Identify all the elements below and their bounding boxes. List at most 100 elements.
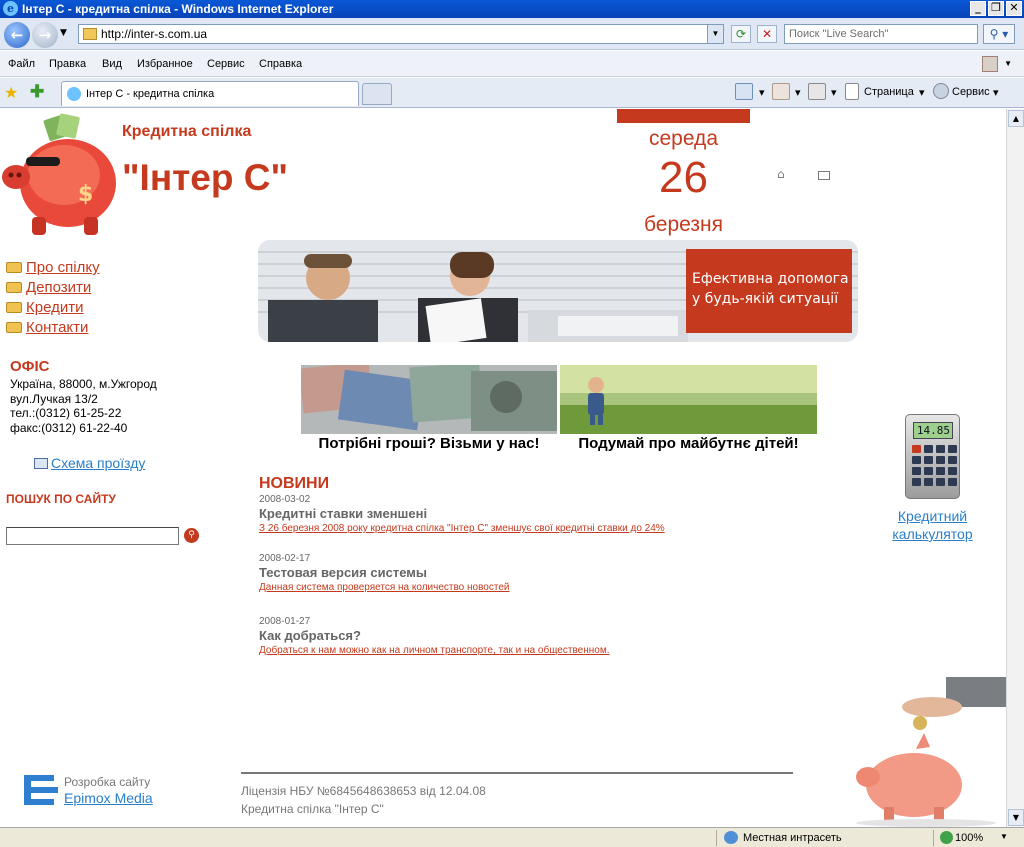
office-title: ОФІС bbox=[10, 358, 50, 375]
tools-gear-icon[interactable] bbox=[933, 83, 949, 99]
news-date: 2008-03-02 bbox=[259, 494, 311, 505]
tools-menu-dropdown-icon[interactable]: ▾ bbox=[993, 86, 999, 99]
feeds-icon[interactable] bbox=[772, 83, 790, 100]
calc-link-line-1: Кредитний bbox=[897, 508, 968, 524]
home-icon[interactable]: ⌂ bbox=[777, 167, 791, 181]
news-link[interactable]: З 26 березня 2008 року кредитна спілка "… bbox=[259, 523, 819, 534]
research-dropdown-icon[interactable]: ▼ bbox=[1004, 59, 1012, 68]
intranet-zone-icon bbox=[724, 831, 738, 844]
restore-button[interactable]: ❐ bbox=[988, 1, 1004, 16]
nav-item-contacts[interactable]: Контакти bbox=[6, 319, 100, 339]
news-date: 2008-02-17 bbox=[259, 553, 311, 564]
history-dropdown-icon[interactable]: ▼ bbox=[60, 28, 67, 38]
developer-link[interactable]: Epimox Media bbox=[64, 790, 153, 806]
page-menu-icon[interactable] bbox=[845, 83, 859, 100]
promo-children-image[interactable] bbox=[560, 365, 817, 434]
menu-file[interactable]: Файл bbox=[8, 58, 35, 70]
news-headline: Как добраться? bbox=[259, 628, 361, 643]
menu-bar: Файл Правка Вид Избранное Сервис Справка… bbox=[0, 51, 1024, 77]
map-link[interactable]: Схема проїзду bbox=[34, 455, 145, 471]
nav-item-deposits[interactable]: Депозити bbox=[6, 279, 100, 299]
mail-icon[interactable] bbox=[818, 171, 830, 180]
close-button[interactable]: ✕ bbox=[1006, 1, 1022, 16]
scroll-down-arrow-icon[interactable]: ▼ bbox=[1008, 809, 1024, 826]
window-titlebar: e Інтер С - кредитна спілка - Windows In… bbox=[0, 0, 1024, 18]
news-link[interactable]: Данная система проверяется на количество… bbox=[259, 582, 819, 593]
tab-inter-s[interactable]: Інтер С - кредитна спілка bbox=[61, 81, 359, 106]
date-weekday: середа bbox=[648, 127, 718, 150]
site-search-icon[interactable]: ⚲ bbox=[184, 528, 199, 543]
map-link-label: Схема проїзду bbox=[51, 455, 146, 471]
menu-edit[interactable]: Правка bbox=[49, 58, 86, 70]
brand-subtitle: Кредитна спілка bbox=[122, 123, 252, 140]
tab-favicon-icon bbox=[67, 87, 81, 101]
office-line: тел.:(0312) 61-25-22 bbox=[10, 406, 122, 420]
calculator-display: 14.85 bbox=[913, 422, 953, 439]
news-headline: Тестовая версия системы bbox=[259, 565, 427, 580]
office-line: факс:(0312) 61-22-40 bbox=[10, 420, 128, 435]
stop-button[interactable]: ✕ bbox=[757, 25, 777, 43]
map-window-icon bbox=[34, 458, 48, 469]
print-dropdown-icon[interactable]: ▾ bbox=[831, 86, 837, 99]
status-separator bbox=[716, 830, 717, 846]
page-menu-dropdown-icon[interactable]: ▾ bbox=[919, 86, 925, 99]
news-date: 2008-01-27 bbox=[259, 616, 311, 627]
credit-calculator-link[interactable]: Кредитний калькулятор bbox=[880, 507, 985, 543]
print-icon[interactable] bbox=[808, 83, 826, 100]
back-button[interactable]: ← bbox=[4, 22, 30, 48]
menu-tools[interactable]: Сервис bbox=[207, 58, 245, 70]
nav-item-credits[interactable]: Кредити bbox=[6, 299, 100, 319]
menu-help[interactable]: Справка bbox=[259, 58, 302, 70]
brand-name: "Інтер С" bbox=[122, 157, 289, 198]
news-item: 2008-01-27 Как добраться? Добраться к на… bbox=[259, 616, 819, 656]
hero-text-line-2: у будь-якій ситуації bbox=[692, 291, 839, 307]
zoom-level[interactable]: 100% bbox=[955, 832, 983, 844]
footer-license: Ліцензія НБУ №6845648638653 від 12.04.08… bbox=[241, 782, 486, 818]
hero-text-line-1: Ефективна допомога bbox=[692, 271, 849, 287]
scroll-up-arrow-icon[interactable]: ▲ bbox=[1008, 110, 1024, 127]
footer-company: Кредитна спілка "Інтер С" bbox=[241, 802, 384, 816]
window-controls: _ ❐ ✕ bbox=[970, 1, 1022, 16]
nav-item-about[interactable]: Про спілку bbox=[6, 259, 100, 279]
date-day: 26 bbox=[659, 153, 708, 202]
add-favorite-icon[interactable]: ✚ bbox=[30, 82, 44, 102]
tools-menu-button[interactable]: Сервис bbox=[952, 86, 990, 98]
epimox-logo-icon[interactable] bbox=[24, 773, 58, 807]
calc-link-line-2: калькулятор bbox=[892, 526, 973, 542]
favorites-star-icon[interactable]: ★ bbox=[4, 83, 18, 103]
date-accent-bar bbox=[617, 109, 750, 123]
address-dropdown-icon[interactable]: ▼ bbox=[707, 25, 723, 43]
minimize-button[interactable]: _ bbox=[970, 1, 986, 16]
home-dropdown-icon[interactable]: ▾ bbox=[759, 86, 765, 99]
tab-title: Інтер С - кредитна спілка bbox=[86, 88, 215, 100]
promo-money-image[interactable] bbox=[301, 365, 557, 434]
research-icon[interactable] bbox=[982, 56, 998, 72]
search-icon[interactable]: ⚲ ▾ bbox=[983, 24, 1015, 44]
zoom-icon[interactable] bbox=[940, 831, 953, 844]
folder-icon bbox=[6, 262, 22, 273]
page-menu-button[interactable]: Страница bbox=[864, 86, 914, 98]
menu-view[interactable]: Вид bbox=[102, 58, 122, 70]
home-toolbar-icon[interactable] bbox=[735, 83, 753, 100]
folder-icon bbox=[6, 282, 22, 293]
zoom-dropdown-icon[interactable]: ▼ bbox=[1000, 832, 1008, 841]
promo-children-caption[interactable]: Подумай про майбутнє дітей! bbox=[560, 435, 817, 452]
svg-text:$: $ bbox=[78, 182, 93, 207]
news-link[interactable]: Добраться к нам можно как на личном тран… bbox=[259, 645, 819, 656]
forward-button[interactable]: → bbox=[32, 22, 58, 48]
news-item: 2008-03-02 Кредитні ставки зменшені З 26… bbox=[259, 494, 819, 534]
calculator-icon[interactable]: 14.85 bbox=[905, 414, 960, 499]
tab-bar: ★ ✚ Інтер С - кредитна спілка ▾ ▾ ▾ Стра… bbox=[0, 78, 1024, 108]
menu-favorites[interactable]: Избранное bbox=[137, 58, 193, 70]
status-separator bbox=[933, 830, 934, 846]
site-search-input[interactable] bbox=[6, 527, 179, 545]
web-page: $ Кредитна спілка "Інтер С" середа 26 бе… bbox=[0, 109, 1006, 827]
calculator-keys bbox=[912, 445, 957, 486]
page-scrollbar[interactable]: ▲ ▼ bbox=[1006, 109, 1024, 827]
new-tab-button[interactable] bbox=[362, 83, 392, 105]
refresh-button[interactable]: ⟳ bbox=[731, 25, 751, 43]
promo-money-caption[interactable]: Потрібні гроші? Візьми у нас! bbox=[301, 435, 557, 452]
feeds-dropdown-icon[interactable]: ▾ bbox=[795, 86, 801, 99]
address-input[interactable]: http://inter-s.com.ua ▼ bbox=[78, 24, 724, 44]
live-search-input[interactable]: Поиск "Live Search" bbox=[784, 24, 978, 44]
